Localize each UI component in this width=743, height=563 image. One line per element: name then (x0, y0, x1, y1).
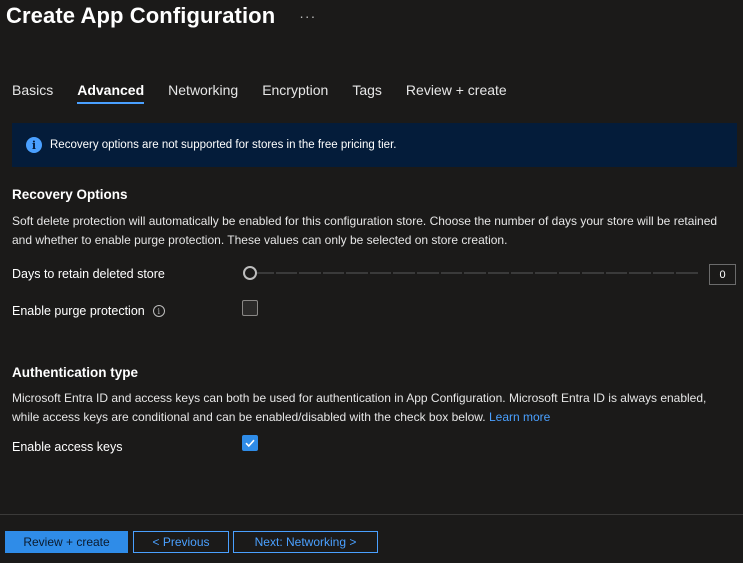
next-networking-button[interactable]: Next: Networking > (233, 531, 378, 553)
more-options-icon[interactable]: ··· (299, 8, 316, 24)
title-row: Create App Configuration ··· (6, 3, 316, 29)
info-banner-text: Recovery options are not supported for s… (50, 139, 397, 151)
authentication-type-heading: Authentication type (12, 365, 139, 380)
access-keys-checkbox[interactable] (242, 435, 258, 451)
info-icon: i (26, 137, 42, 153)
tab-bar: Basics Advanced Networking Encryption Ta… (12, 82, 531, 104)
previous-button[interactable]: < Previous (133, 531, 229, 553)
days-slider-thumb[interactable] (243, 266, 257, 280)
info-banner: i Recovery options are not supported for… (12, 123, 737, 167)
purge-protection-label-text: Enable purge protection (12, 304, 145, 318)
days-value-input[interactable] (709, 264, 736, 285)
authentication-description: Microsoft Entra ID and access keys can b… (12, 389, 734, 427)
tab-review-create[interactable]: Review + create (406, 82, 507, 104)
checkmark-icon (245, 439, 255, 448)
access-keys-label: Enable access keys (12, 440, 122, 454)
recovery-options-description: Soft delete protection will automaticall… (12, 214, 718, 247)
tab-tags[interactable]: Tags (352, 82, 382, 104)
tab-basics[interactable]: Basics (12, 82, 53, 104)
purge-protection-checkbox[interactable] (242, 300, 258, 316)
days-retain-label-text: Days to retain deleted store (12, 267, 165, 281)
recovery-options-heading: Recovery Options (12, 187, 128, 202)
footer-divider (0, 514, 743, 515)
days-retain-label: Days to retain deleted store (12, 267, 165, 281)
review-create-button[interactable]: Review + create (5, 531, 128, 553)
tab-networking[interactable]: Networking (168, 82, 238, 104)
days-slider-ticks (250, 272, 700, 274)
page-title: Create App Configuration (6, 3, 276, 28)
purge-protection-label: Enable purge protection i (12, 304, 165, 318)
tab-advanced[interactable]: Advanced (77, 82, 144, 104)
authentication-description-text: Microsoft Entra ID and access keys can b… (12, 391, 707, 424)
info-icon[interactable]: i (152, 305, 165, 317)
tab-encryption[interactable]: Encryption (262, 82, 328, 104)
access-keys-label-text: Enable access keys (12, 440, 123, 454)
learn-more-link[interactable]: Learn more (489, 410, 550, 424)
